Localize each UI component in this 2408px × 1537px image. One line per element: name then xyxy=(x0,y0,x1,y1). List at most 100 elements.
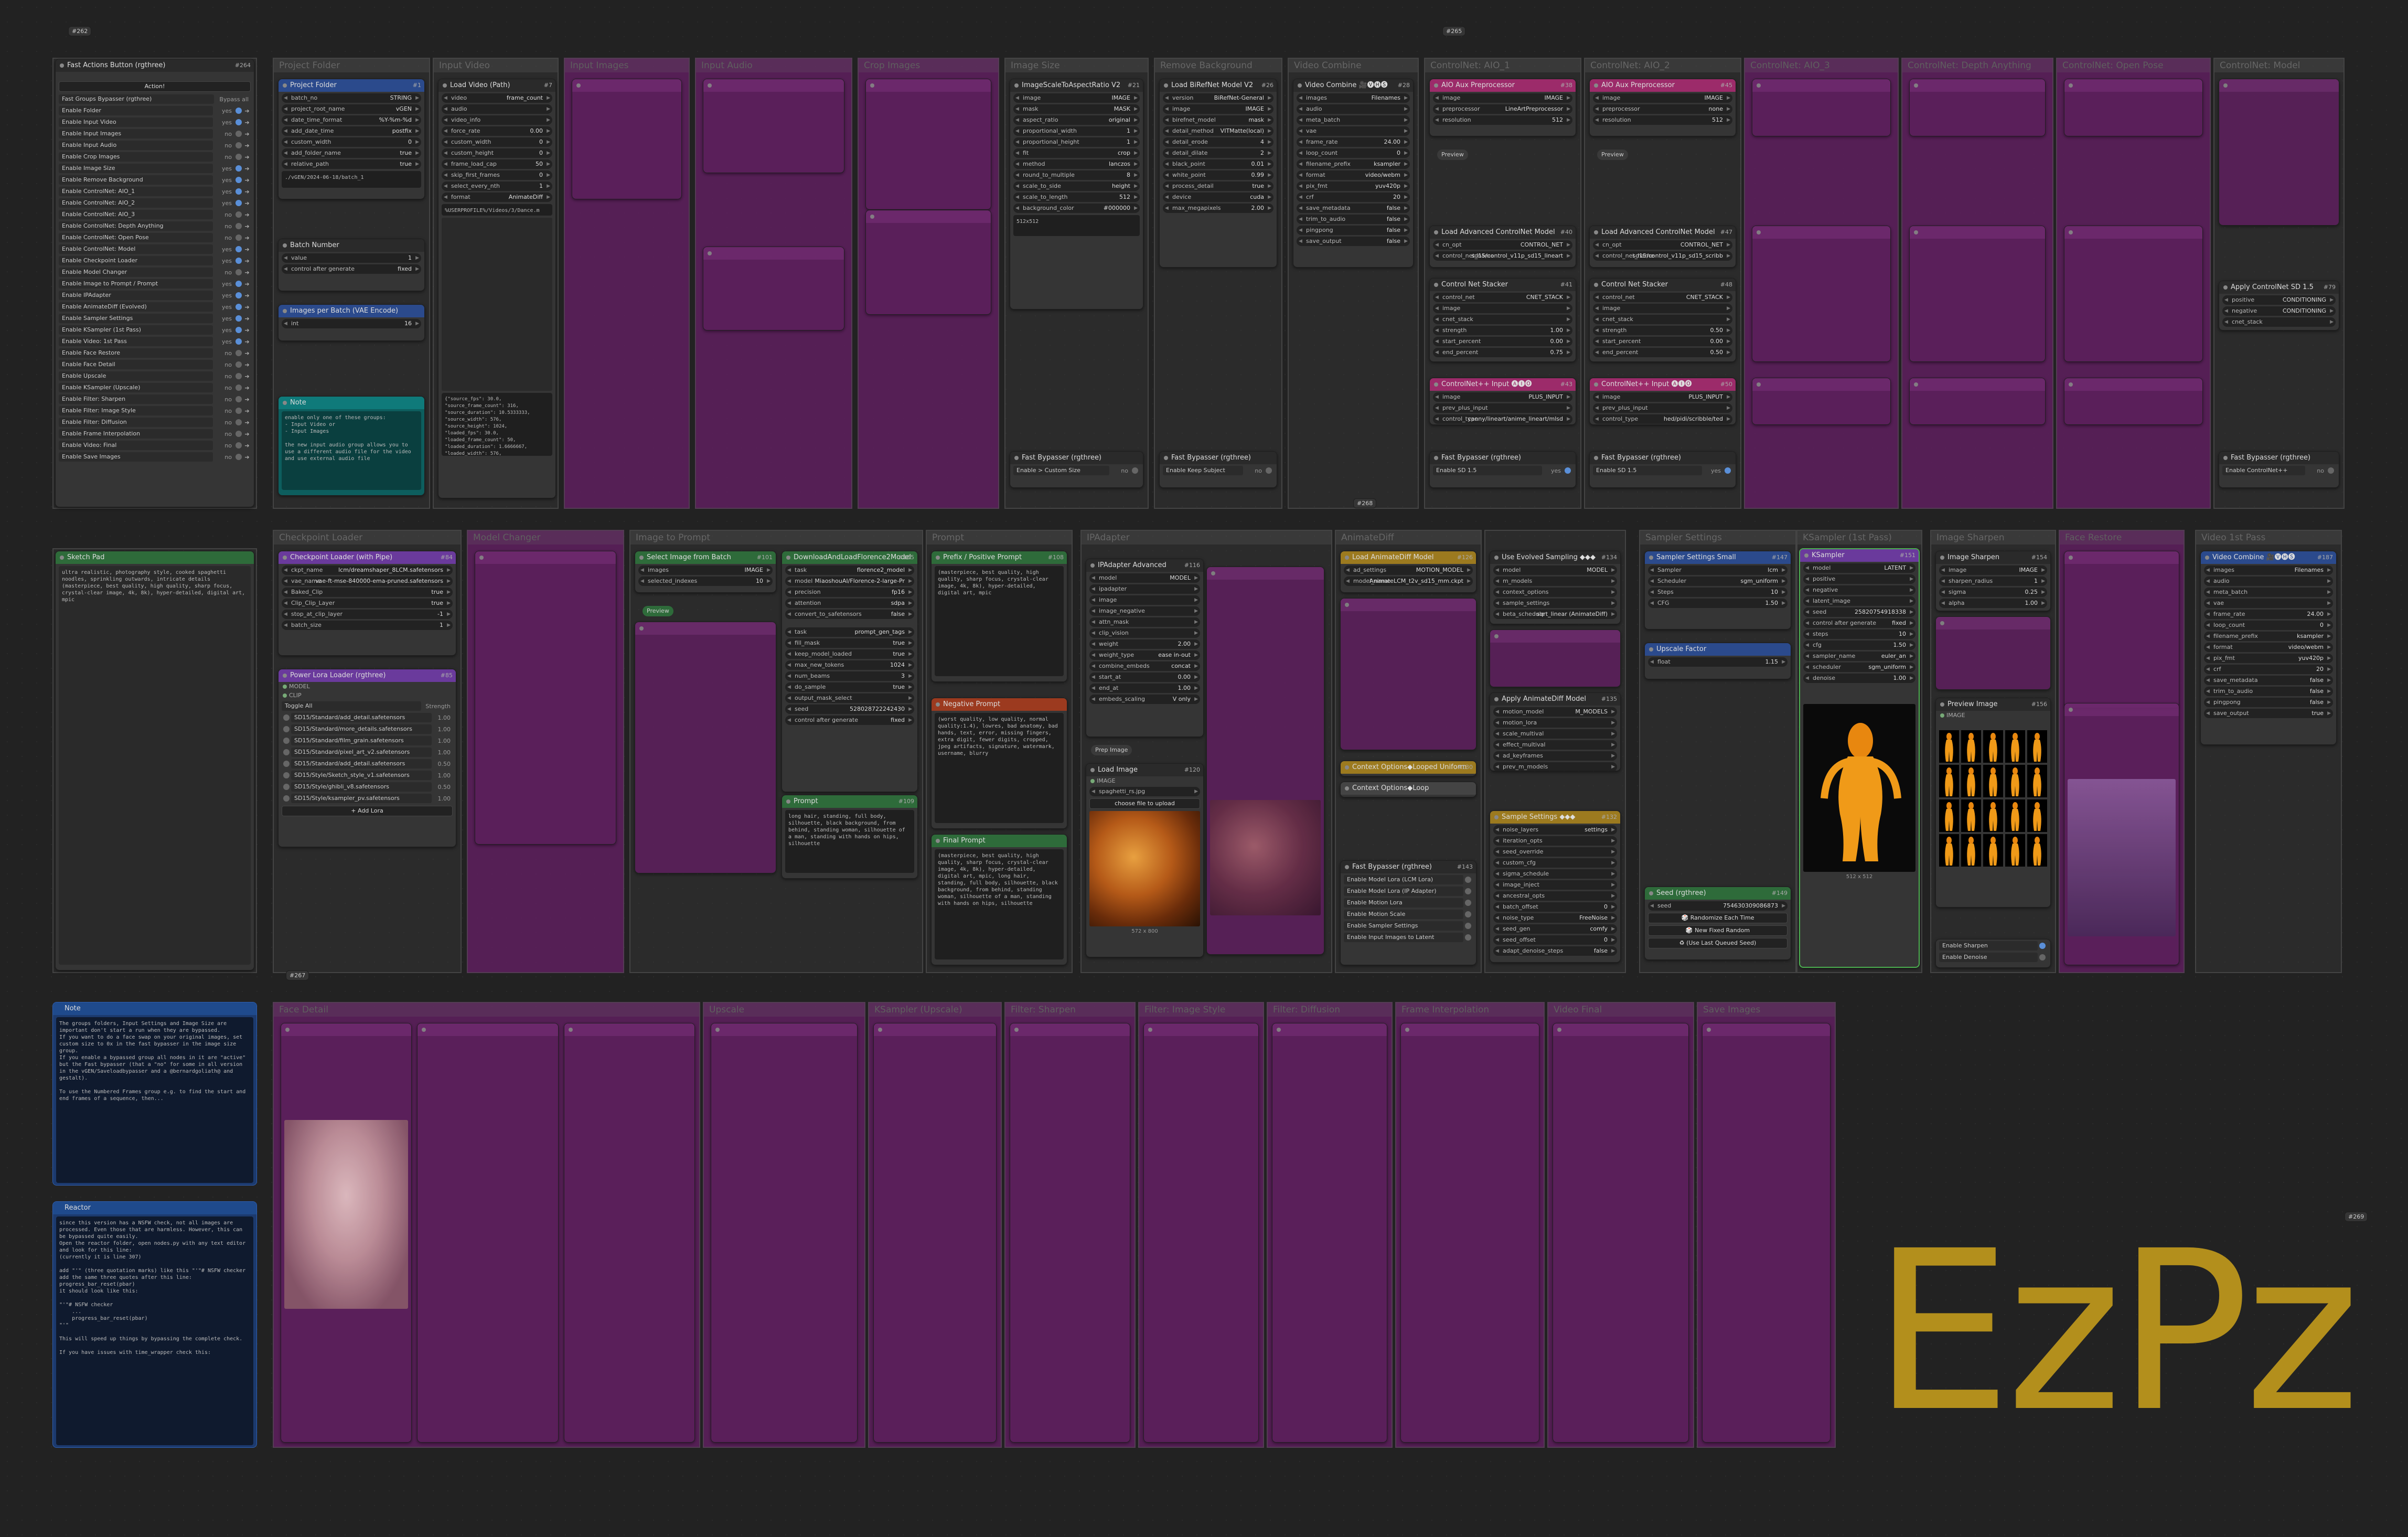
ad-bypass-row[interactable]: Enable Motion Scale xyxy=(1344,909,1473,920)
arrow-right-icon[interactable]: ➔ xyxy=(243,385,251,391)
lora-strength[interactable]: 1.00 xyxy=(432,749,453,756)
widget-row[interactable]: images IMAGE xyxy=(638,565,773,575)
widget-row[interactable]: sigma_schedule xyxy=(1493,869,1617,879)
toggle-dot[interactable] xyxy=(236,385,242,391)
input-images-node[interactable] xyxy=(572,79,682,199)
widget-row[interactable]: custom_height 0 xyxy=(442,148,552,158)
widget-row[interactable]: ipadapter xyxy=(1089,584,1200,594)
widget-row[interactable]: m_models xyxy=(1493,577,1617,586)
widget-row[interactable]: batch_no STRING xyxy=(282,93,421,103)
lora-toggle[interactable] xyxy=(283,749,290,755)
toggle-dot[interactable] xyxy=(236,373,242,379)
arrow-right-icon[interactable]: ➔ xyxy=(243,327,251,334)
widget-row[interactable]: pingpong false xyxy=(1297,226,1410,235)
widget-row[interactable]: image xyxy=(1089,595,1200,605)
bypass-toggle-row[interactable]: Enable ControlNet: Open Pose no ➔ xyxy=(59,232,251,243)
widget-row[interactable]: trim_to_audio false xyxy=(2204,687,2333,696)
widget-row[interactable]: force_rate 0.00 xyxy=(442,126,552,136)
lora-strength[interactable]: 1.00 xyxy=(432,795,453,802)
arrow-right-icon[interactable]: ➔ xyxy=(243,281,251,287)
widget-row[interactable]: control_type hed/pidi/scribble/ted xyxy=(1593,414,1732,424)
ad-bypass-node[interactable]: Fast Bypasser (rgthree) #143 Enable Model… xyxy=(1340,860,1476,965)
arrow-right-icon[interactable]: ➔ xyxy=(243,131,251,137)
widget-row[interactable]: cfg 1.50 xyxy=(1803,641,1915,650)
add-lora-button[interactable]: + Add Lora xyxy=(282,806,453,816)
widget-row[interactable]: ancestral_opts xyxy=(1493,891,1617,901)
widget-row[interactable]: image xyxy=(1433,304,1572,313)
preview-image-node[interactable]: Preview Image #156 IMAGE xyxy=(1935,698,2051,908)
widget-row[interactable]: ad_keyframes xyxy=(1493,751,1617,761)
widget-row[interactable]: int 16 xyxy=(282,319,421,328)
widget-row[interactable]: num_beams 3 xyxy=(785,671,914,681)
image-size-bypass[interactable]: Fast Bypasser (rgthree) Enable > Custom … xyxy=(1010,451,1143,488)
lora-strength[interactable]: 0.50 xyxy=(432,761,453,767)
cn-model-bypass[interactable]: Fast Bypasser (rgthree) Enable ControlNe… xyxy=(2219,451,2339,488)
widget-row[interactable]: output_mask_select xyxy=(785,693,914,703)
widget-row[interactable]: cnet_stack xyxy=(1433,315,1572,324)
widget-row[interactable]: loop_count 0 xyxy=(1297,148,1410,158)
widget-row[interactable]: image IMAGE xyxy=(1163,104,1273,114)
widget-row[interactable]: skip_first_frames 0 xyxy=(442,170,552,180)
cn6-node[interactable] xyxy=(2219,79,2339,226)
widget-row[interactable]: fill_mask true xyxy=(785,638,914,648)
arrow-right-icon[interactable]: ➔ xyxy=(243,177,251,184)
bypass-toggle-row[interactable]: Enable Upscale no ➔ xyxy=(59,371,251,381)
lora-toggle[interactable] xyxy=(283,714,290,721)
toggle-dot[interactable] xyxy=(236,258,242,264)
widget-row[interactable]: task florence2_model xyxy=(785,565,914,575)
birefnet-node[interactable]: Load BiRefNet Model V2#26 versionBiRefNe… xyxy=(1159,79,1277,268)
lora-row[interactable]: SD15/Standard/add_detail.safetensors 0.50 xyxy=(282,759,453,769)
widget-row[interactable]: mask MASK xyxy=(1013,104,1140,114)
cn4-node-2[interactable] xyxy=(1909,226,2046,362)
widget-row[interactable]: model MODEL xyxy=(1493,565,1617,575)
widget-row[interactable]: filename_prefix ksampler xyxy=(2204,632,2333,641)
bypass-toggle-row[interactable]: Enable Crop Images no ➔ xyxy=(59,152,251,162)
bypass-toggle-row[interactable]: Enable Frame Interpolation no ➔ xyxy=(59,429,251,439)
widget-row[interactable]: motion_lora xyxy=(1493,718,1617,728)
widget-row[interactable]: max_megapixels 2.00 xyxy=(1163,204,1273,213)
toggle-dot[interactable] xyxy=(236,177,242,183)
lora-toggle[interactable] xyxy=(283,761,290,767)
widget-row[interactable]: resolution 512 xyxy=(1433,115,1572,125)
widget-row[interactable]: scale_multival xyxy=(1493,729,1617,739)
widget-row[interactable]: end_at 1.00 xyxy=(1089,684,1200,693)
toggle-dot[interactable] xyxy=(236,119,242,125)
positive-prompt-node[interactable]: Prefix / Positive Prompt #108 (masterpiec… xyxy=(931,551,1067,682)
ipadapter-bypassed[interactable] xyxy=(1206,567,1324,955)
toggle-dot[interactable] xyxy=(236,108,242,114)
last-seed-button[interactable]: ♻ (Use Last Queued Seed) xyxy=(1648,938,1788,948)
bypass-toggle-row[interactable]: Enable Input Audio no ➔ xyxy=(59,140,251,151)
toggle-dot[interactable] xyxy=(1465,911,1471,917)
widget-row[interactable]: scale_to_length 512 xyxy=(1013,193,1140,202)
bypass-toggle-row[interactable]: Enable AnimateDiff (Evolved) yes ➔ xyxy=(59,302,251,312)
widget-row[interactable]: cnet_stack xyxy=(1593,315,1732,324)
prep-image[interactable]: Prep Image xyxy=(1091,745,1132,755)
widget-row[interactable]: strength 1.00 xyxy=(1433,326,1572,335)
image-to-prompt-bypassed[interactable] xyxy=(635,622,776,873)
cn3-node-2[interactable] xyxy=(1752,226,1891,362)
lora-row[interactable]: SD15/Standard/pixel_art_v2.safetensors 1.… xyxy=(282,747,453,757)
toggle-dot[interactable] xyxy=(1465,877,1471,883)
context-options-loop[interactable]: Context Options◆Loop xyxy=(1340,782,1476,797)
widget-row[interactable]: format video/webm xyxy=(2204,643,2333,652)
widget-row[interactable]: beta_schedulesqrt_linear (AnimateDiff) xyxy=(1493,610,1617,619)
widget-row[interactable]: pix_fmt yuv420p xyxy=(2204,654,2333,663)
widget-row[interactable]: end_percent 0.50 xyxy=(1593,348,1732,357)
widget-row[interactable]: background_color #000000 xyxy=(1013,204,1140,213)
cn1-bypass[interactable]: Fast Bypasser (rgthree) Enable SD 1.5 yes xyxy=(1429,451,1576,488)
bypass-toggle-row[interactable]: Enable Remove Background yes ➔ xyxy=(59,175,251,185)
widget-row[interactable]: preprocessor LineArtPreprocessor xyxy=(1433,104,1572,114)
lora-strength[interactable]: 1.00 xyxy=(432,726,453,733)
lora-row[interactable]: SD15/Standard/more_details.safetensors 1.… xyxy=(282,724,453,734)
toggle-dot[interactable] xyxy=(1465,900,1471,906)
lora-row[interactable]: SD15/Style/ghibli_v8.safetensors 0.50 xyxy=(282,782,453,792)
widget-row[interactable]: positive CONDITIONING xyxy=(2222,295,2336,305)
image-sharpen-node[interactable]: Image Sharpen#154 imageIMAGEsharpen_radi… xyxy=(1935,551,2051,611)
widget-row[interactable]: adapt_denoise_steps false xyxy=(1493,946,1617,956)
cn1-preview[interactable]: Preview xyxy=(1437,150,1468,160)
bypass-toggle-row[interactable]: Enable Filter: Sharpen no ➔ xyxy=(59,394,251,404)
sharpen-bypass-row[interactable]: Enable Sharpen xyxy=(1939,941,2047,951)
widget-row[interactable]: control after generate fixed xyxy=(282,264,421,274)
widget-row[interactable]: end_percent 0.75 xyxy=(1433,348,1572,357)
widget-row[interactable]: custom_cfg xyxy=(1493,858,1617,868)
